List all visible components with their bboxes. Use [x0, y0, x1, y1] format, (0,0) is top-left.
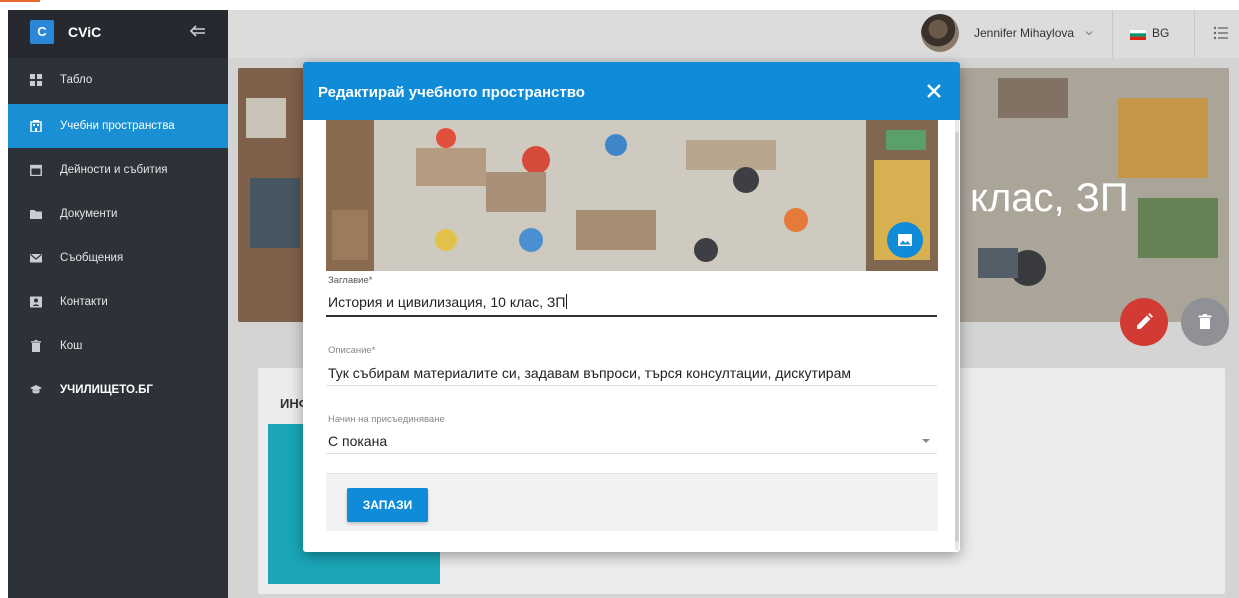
contact-card-icon [30, 296, 42, 308]
sidebar-item-messages[interactable]: Съобщения [8, 236, 228, 280]
divider [1194, 10, 1195, 58]
description-field[interactable]: Тук събирам материалите си, задавам въпр… [328, 365, 851, 381]
corner-accent [0, 0, 40, 2]
join-method-label: Начин на присъединяване [328, 414, 445, 425]
dialog-header: Редактирай учебното пространство [303, 62, 960, 120]
sidebar-item-label: УЧИЛИЩЕТО.БГ [60, 384, 153, 396]
sidebar-item-label: Дейности и събития [60, 164, 168, 176]
classroom-photo [326, 120, 938, 271]
sidebar-item-learning-spaces[interactable]: Учебни пространства [8, 104, 228, 148]
collapse-menu-icon[interactable] [190, 23, 206, 39]
dialog-actions: ЗАПАЗИ [326, 473, 938, 531]
folder-icon [30, 210, 42, 219]
chevron-down-icon[interactable] [1084, 28, 1094, 38]
field-underline [326, 453, 937, 454]
bulgarian-flag-icon [1130, 30, 1146, 40]
avatar[interactable] [921, 14, 959, 52]
edit-button[interactable] [1120, 298, 1168, 346]
trash-icon [31, 340, 41, 352]
trash-icon [1198, 314, 1212, 329]
title-field-label: Заглавие* [328, 275, 373, 286]
envelope-icon [30, 254, 42, 263]
edit-space-dialog: Редактирай учебното пространство Заглави… [303, 62, 960, 552]
sidebar-item-documents[interactable]: Документи [8, 192, 228, 236]
sidebar-item-label: Кош [60, 340, 83, 352]
sidebar-item-trash[interactable]: Кош [8, 324, 228, 368]
sidebar-item-label: Учебни пространства [60, 120, 175, 132]
delete-button[interactable] [1181, 298, 1229, 346]
sidebar-item-label: Документи [60, 208, 118, 220]
field-underline [326, 315, 937, 317]
calendar-icon [30, 164, 42, 176]
sidebar-header: C CViC [8, 10, 228, 58]
app-logo[interactable]: C [30, 20, 54, 44]
building-icon [30, 120, 42, 132]
sidebar-item-activities[interactable]: Дейности и събития [8, 148, 228, 192]
sidebar-item-label: Съобщения [60, 252, 124, 264]
dashboard-icon [30, 74, 42, 86]
language-selector[interactable]: BG [1152, 26, 1169, 40]
close-icon[interactable] [925, 82, 943, 100]
dropdown-arrow-icon[interactable] [921, 438, 931, 444]
scrollbar-thumb[interactable] [955, 132, 959, 542]
join-method-select[interactable]: С покана [328, 433, 387, 449]
space-title: клас, ЗП [970, 176, 1129, 220]
sidebar-item-school-bg[interactable]: УЧИЛИЩЕТО.БГ [8, 368, 228, 412]
title-field[interactable]: История и цивилизация, 10 клас, ЗП [328, 294, 568, 310]
cover-image-preview [326, 120, 938, 271]
list-menu-icon[interactable] [1212, 24, 1230, 42]
description-field-label: Описание* [328, 345, 376, 356]
save-button[interactable]: ЗАПАЗИ [347, 488, 428, 522]
dialog-title: Редактирай учебното пространство [318, 84, 585, 101]
field-underline [326, 385, 937, 386]
sidebar: C CViC Табло Учебни пространства Дейност… [8, 10, 228, 598]
app-name: CViC [68, 24, 102, 40]
user-name[interactable]: Jennifer Mihaylova [974, 26, 1074, 40]
text-caret [566, 294, 568, 309]
divider [1112, 10, 1113, 58]
top-bar: Jennifer Mihaylova BG [228, 10, 1239, 58]
sidebar-item-label: Табло [60, 74, 93, 86]
sidebar-item-dashboard[interactable]: Табло [8, 58, 228, 102]
change-image-button[interactable] [887, 222, 923, 258]
graduation-cap-icon [30, 385, 42, 394]
pencil-icon [1137, 313, 1153, 329]
sidebar-item-label: Контакти [60, 296, 108, 308]
image-icon [898, 234, 912, 246]
sidebar-item-contacts[interactable]: Контакти [8, 280, 228, 324]
